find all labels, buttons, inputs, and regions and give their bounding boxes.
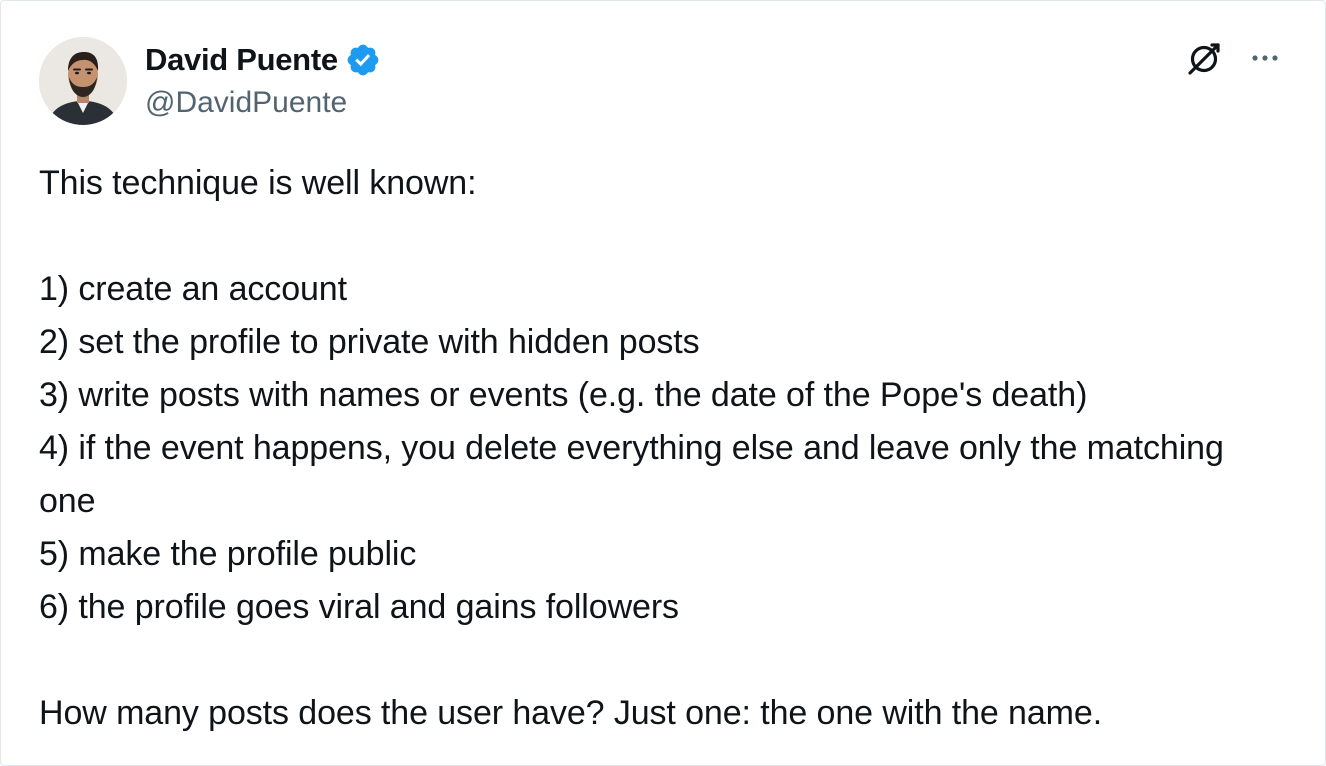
tweet-actions bbox=[1185, 39, 1283, 77]
author-handle[interactable]: @DavidPuente bbox=[145, 83, 381, 123]
author-names: David Puente @DavidPuente bbox=[145, 39, 381, 123]
step-3: 3) write posts with names or events (e.g… bbox=[39, 376, 1088, 414]
step-6: 6) the profile goes viral and gains foll… bbox=[39, 588, 679, 626]
tweet-text: This technique is well known: 1) create … bbox=[39, 157, 1279, 740]
step-2: 2) set the profile to private with hidde… bbox=[39, 323, 700, 361]
tweet-conclusion: How many posts does the user have? Just … bbox=[39, 694, 1103, 732]
more-options-icon[interactable] bbox=[1247, 40, 1283, 76]
step-4: 4) if the event happens, you delete ever… bbox=[39, 429, 1224, 520]
step-5: 5) make the profile public bbox=[39, 535, 417, 573]
step-1: 1) create an account bbox=[39, 270, 347, 308]
grok-icon[interactable] bbox=[1185, 39, 1223, 77]
tweet-header: David Puente @DavidPuente bbox=[39, 37, 381, 125]
avatar-photo-icon bbox=[39, 37, 127, 125]
avatar[interactable] bbox=[39, 37, 127, 125]
tweet-card: David Puente @DavidPuente This technique… bbox=[0, 0, 1326, 766]
name-row: David Puente bbox=[145, 39, 381, 81]
tweet-intro: This technique is well known: bbox=[39, 164, 477, 202]
display-name[interactable]: David Puente bbox=[145, 39, 338, 81]
verified-badge-icon bbox=[345, 42, 381, 78]
